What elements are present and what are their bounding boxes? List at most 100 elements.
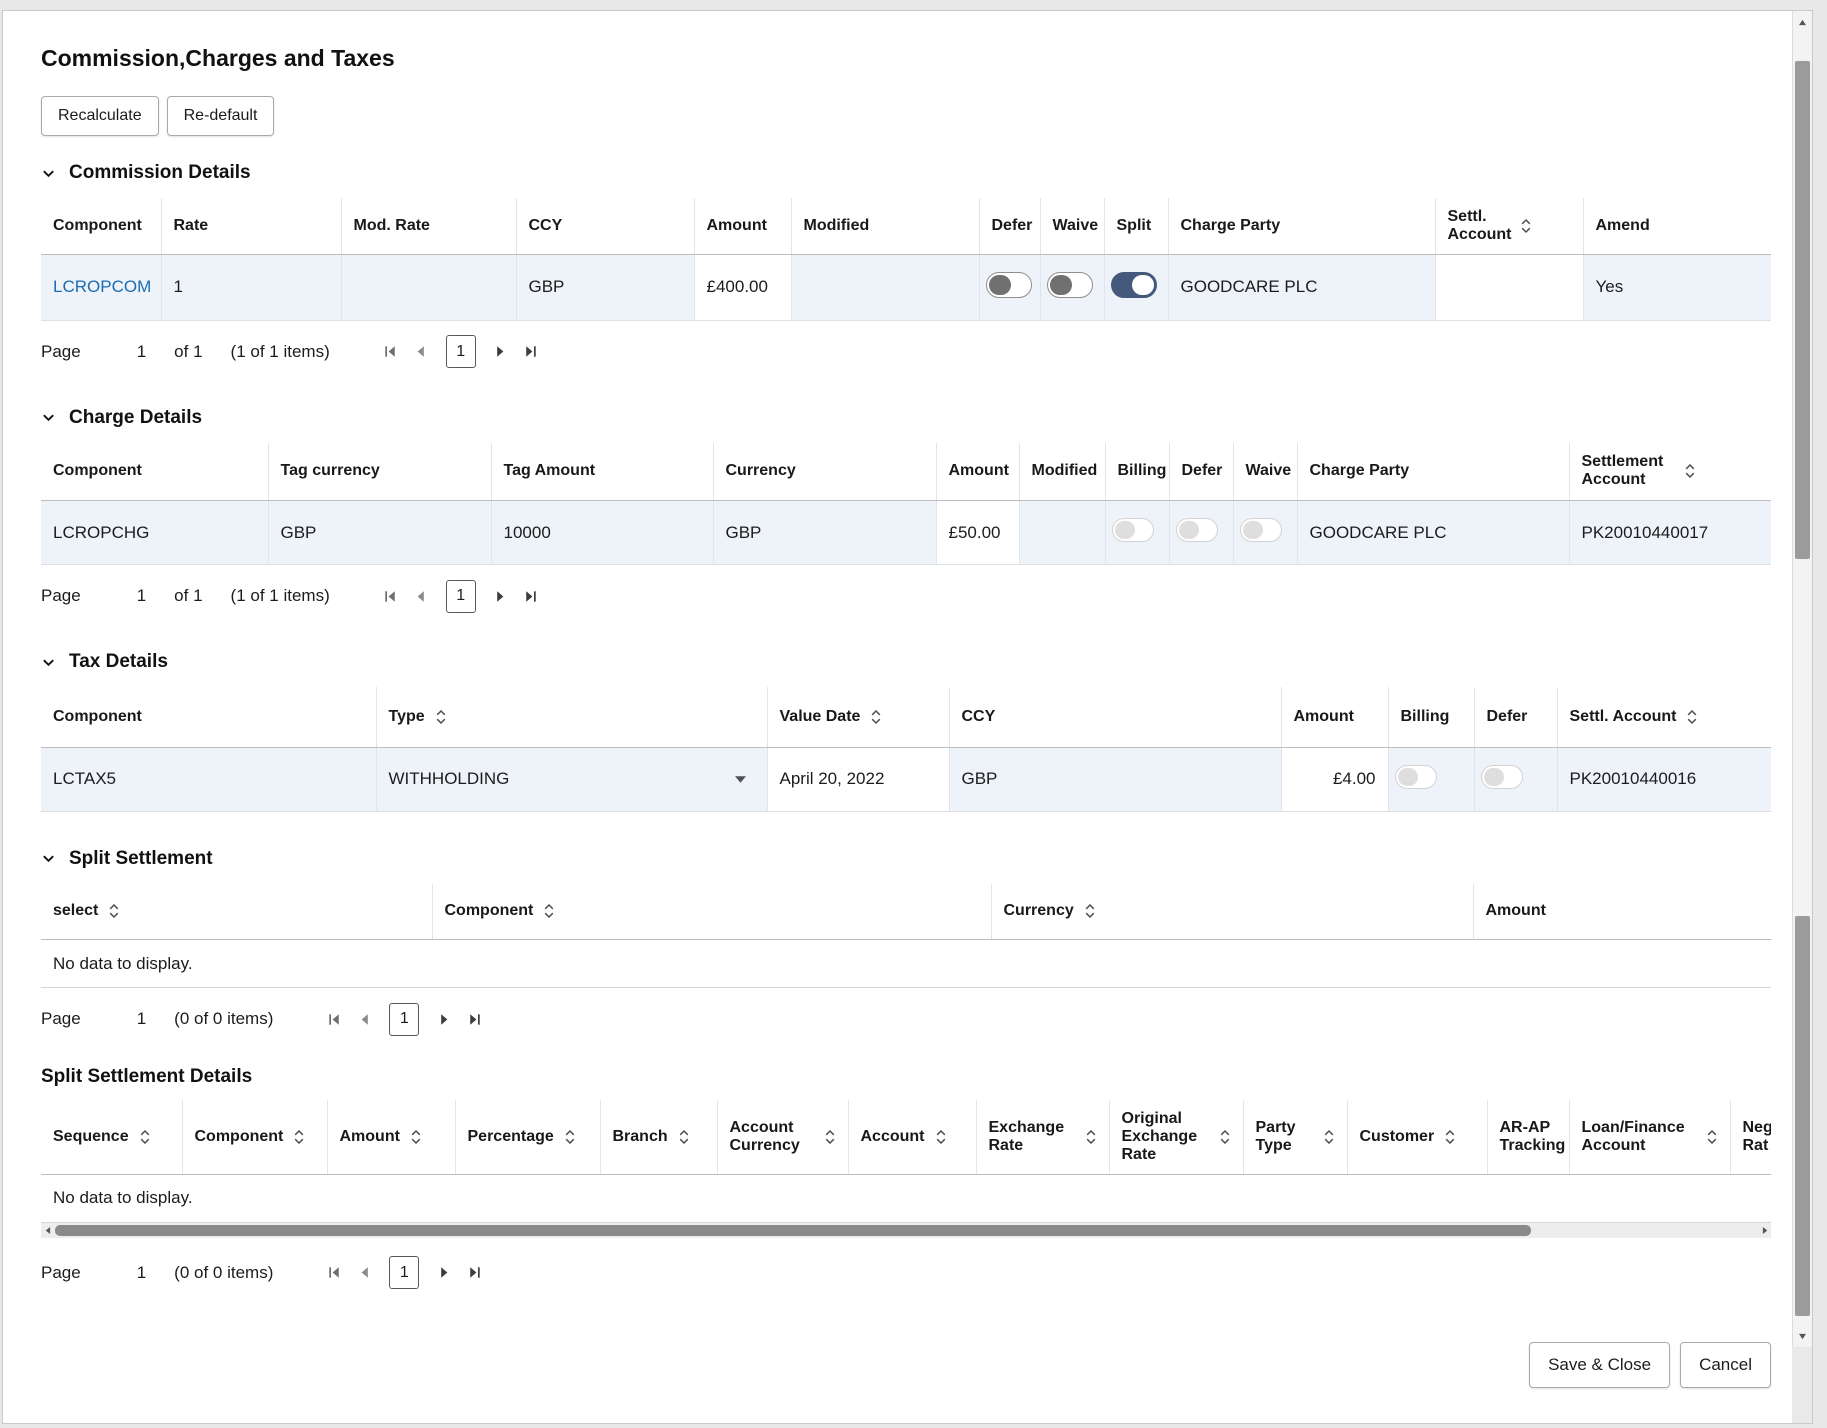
commission-charges-taxes-panel: Commission,Charges and Taxes Recalculate…	[2, 10, 1813, 1424]
col-branch[interactable]: Branch	[600, 1100, 718, 1175]
last-page-button[interactable]	[516, 588, 546, 605]
col-waive: Waive	[1040, 198, 1105, 255]
current-page-box[interactable]: 1	[445, 579, 476, 613]
col-billing: Billing	[1388, 687, 1475, 748]
page-items-text: (0 of 0 items)	[174, 1262, 274, 1282]
horizontal-scrollbar[interactable]	[41, 1222, 1771, 1238]
col-account-currency[interactable]: Account Currency	[717, 1100, 849, 1175]
next-page-button[interactable]	[486, 588, 516, 605]
page-of-text: of 1	[174, 586, 203, 605]
page-label: Page	[41, 1009, 81, 1028]
col-component[interactable]: Component	[182, 1100, 328, 1175]
chevron-down-icon	[41, 410, 56, 425]
last-page-button[interactable]	[459, 1011, 489, 1028]
first-page-button[interactable]	[319, 1264, 349, 1281]
next-page-button[interactable]	[486, 343, 516, 360]
current-page-box[interactable]: 1	[389, 1256, 420, 1289]
cell-currency: GBP	[713, 500, 937, 565]
amount-field[interactable]: £400.00	[694, 254, 792, 321]
split-toggle[interactable]	[1110, 271, 1157, 298]
settl-account-field[interactable]	[1435, 254, 1584, 321]
split-settlement-pagination: Page 1 (0 of 0 items) 1	[41, 1000, 1771, 1038]
col-settl-account[interactable]: Settl. Account	[1435, 198, 1584, 255]
defer-toggle[interactable]	[1480, 764, 1523, 789]
current-page-box[interactable]: 1	[445, 335, 476, 368]
page-items-text: (1 of 1 items)	[230, 341, 330, 361]
col-value-date[interactable]: Value Date	[767, 687, 950, 748]
col-defer: Defer	[1474, 687, 1558, 748]
scroll-down-arrow[interactable]	[1793, 1325, 1812, 1347]
value-date-field[interactable]: April 20, 2022	[767, 747, 950, 812]
commission-details-header[interactable]: Commission Details	[41, 162, 1771, 184]
col-party-type[interactable]: Party Type	[1243, 1100, 1348, 1175]
col-tag-amount: Tag Amount	[491, 442, 714, 501]
first-page-button[interactable]	[319, 1011, 349, 1028]
cell-charge-party: GOODCARE PLC	[1297, 500, 1570, 565]
col-neg-rate: Neg Rat	[1730, 1100, 1771, 1175]
vertical-scrollbar-thumb[interactable]	[1795, 916, 1810, 1316]
vertical-scrollbar-thumb[interactable]	[1795, 61, 1810, 559]
prev-page-button[interactable]	[406, 588, 436, 605]
current-page-box[interactable]: 1	[389, 1002, 420, 1036]
waive-toggle[interactable]	[1239, 518, 1282, 542]
cell-split	[1104, 254, 1169, 321]
cell-settl-account: PK20010440016	[1557, 747, 1771, 812]
component-link[interactable]: LCROPCOM	[53, 277, 151, 296]
col-original-exchange-rate[interactable]: Original Exchange Rate	[1109, 1100, 1244, 1175]
sort-icon	[1445, 1129, 1455, 1144]
toolbar: Recalculate Re-default	[41, 96, 1771, 136]
save-close-button[interactable]: Save & Close	[1529, 1341, 1671, 1388]
tax-details-header[interactable]: Tax Details	[41, 651, 1771, 673]
col-settl-account[interactable]: Settl. Account	[1557, 687, 1771, 748]
billing-toggle[interactable]	[1111, 518, 1154, 542]
next-page-button[interactable]	[429, 1011, 459, 1028]
horizontal-scrollbar-thumb[interactable]	[55, 1224, 1531, 1236]
cell-modified	[1019, 500, 1106, 565]
defer-toggle[interactable]	[1175, 518, 1218, 542]
prev-page-button[interactable]	[406, 343, 436, 360]
col-billing: Billing	[1105, 442, 1170, 501]
defer-toggle[interactable]	[985, 271, 1032, 298]
charge-details-header[interactable]: Charge Details	[41, 407, 1771, 429]
scroll-up-arrow[interactable]	[1793, 11, 1812, 33]
amount-field[interactable]: £50.00	[936, 500, 1020, 565]
sort-icon	[295, 1129, 304, 1144]
col-customer[interactable]: Customer	[1347, 1100, 1488, 1175]
section-title: Charge Details	[69, 406, 203, 428]
next-page-button[interactable]	[429, 1264, 459, 1281]
split-settlement-details-table: Sequence Component Amount Percentage Bra…	[41, 1100, 1771, 1223]
col-amount[interactable]: Amount	[327, 1100, 456, 1175]
redefault-button[interactable]: Re-default	[166, 96, 275, 136]
sort-icon	[411, 1129, 421, 1144]
col-loan-finance-account[interactable]: Loan/Finance Account	[1569, 1100, 1731, 1175]
split-settlement-header[interactable]: Split Settlement	[41, 848, 1771, 870]
prev-page-button[interactable]	[349, 1264, 379, 1281]
waive-toggle[interactable]	[1046, 271, 1093, 298]
last-page-button[interactable]	[516, 343, 546, 360]
vertical-scrollbar[interactable]	[1792, 11, 1812, 1347]
scroll-left-arrow[interactable]	[41, 1225, 53, 1236]
type-select[interactable]: WITHHOLDING	[376, 747, 768, 812]
amount-field[interactable]: £4.00	[1281, 747, 1389, 812]
col-account[interactable]: Account	[848, 1100, 977, 1175]
cancel-button[interactable]: Cancel	[1680, 1341, 1771, 1388]
col-exchange-rate[interactable]: Exchange Rate	[976, 1100, 1110, 1175]
col-currency[interactable]: Currency	[991, 883, 1474, 940]
col-amend: Amend	[1583, 198, 1771, 255]
cell-ccy: GBP	[949, 747, 1282, 812]
billing-toggle[interactable]	[1394, 764, 1437, 789]
col-type[interactable]: Type	[376, 687, 768, 748]
col-select[interactable]: select	[41, 883, 433, 940]
first-page-button[interactable]	[376, 343, 406, 360]
col-settlement-account[interactable]: Settlement Account	[1569, 442, 1771, 501]
prev-page-button[interactable]	[349, 1011, 379, 1028]
recalculate-button[interactable]: Recalculate	[41, 96, 159, 136]
col-amount: Amount	[1281, 687, 1389, 748]
col-sequence[interactable]: Sequence	[41, 1100, 183, 1175]
sort-icon	[545, 904, 554, 919]
first-page-button[interactable]	[376, 588, 406, 605]
last-page-button[interactable]	[459, 1264, 489, 1281]
col-percentage[interactable]: Percentage	[455, 1100, 601, 1175]
scroll-right-arrow[interactable]	[1759, 1225, 1771, 1236]
col-component[interactable]: Component	[432, 883, 992, 940]
